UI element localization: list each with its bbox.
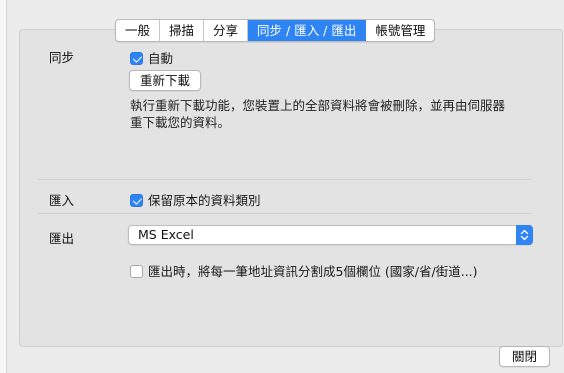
split-address-option[interactable]: 匯出時，將每一筆地址資訊分割成5個欄位 (國家/省/街道...) [130,261,478,280]
redownload-description-line2: 重下載您的資料。 [130,115,231,130]
select-arrows-icon [516,225,533,245]
tab-account-management[interactable]: 帳號管理 [366,20,434,41]
auto-sync-checkbox[interactable] [130,52,143,65]
export-format-value: MS Excel [138,227,194,242]
tab-scan[interactable]: 掃描 [160,20,205,41]
split-address-label: 匯出時，將每一筆地址資訊分割成5個欄位 (國家/省/街道...) [148,264,478,279]
auto-sync-option[interactable]: 自動 [130,48,173,67]
split-address-checkbox[interactable] [130,265,143,278]
close-button[interactable]: 關閉 [499,346,550,367]
tab-share[interactable]: 分享 [204,20,249,41]
window-edge [0,0,7,373]
section-divider [38,213,532,214]
tab-general[interactable]: 一般 [116,20,161,41]
keep-category-label: 保留原本的資料類別 [148,193,261,208]
keep-category-option[interactable]: 保留原本的資料類別 [130,190,261,209]
tab-sync-import-export[interactable]: 同步 / 匯入 / 匯出 [248,20,367,41]
tab-bar: 一般 掃描 分享 同步 / 匯入 / 匯出 帳號管理 [115,19,436,42]
export-section-label: 匯出 [49,231,75,246]
import-section-label: 匯入 [49,193,75,208]
section-divider [38,179,532,180]
settings-panel [19,29,563,347]
redownload-description-line1: 執行重新下載功能，您裝置上的全部資料將會被刪除，並再由伺服器 [130,98,506,113]
redownload-description: 執行重新下載功能，您裝置上的全部資料將會被刪除，並再由伺服器 重下載您的資料。 [130,97,550,131]
auto-sync-label: 自動 [148,51,174,66]
redownload-button[interactable]: 重新下載 [129,70,201,91]
export-format-select[interactable]: MS Excel [128,225,533,245]
keep-category-checkbox[interactable] [130,194,143,207]
sync-section-label: 同步 [49,50,75,65]
